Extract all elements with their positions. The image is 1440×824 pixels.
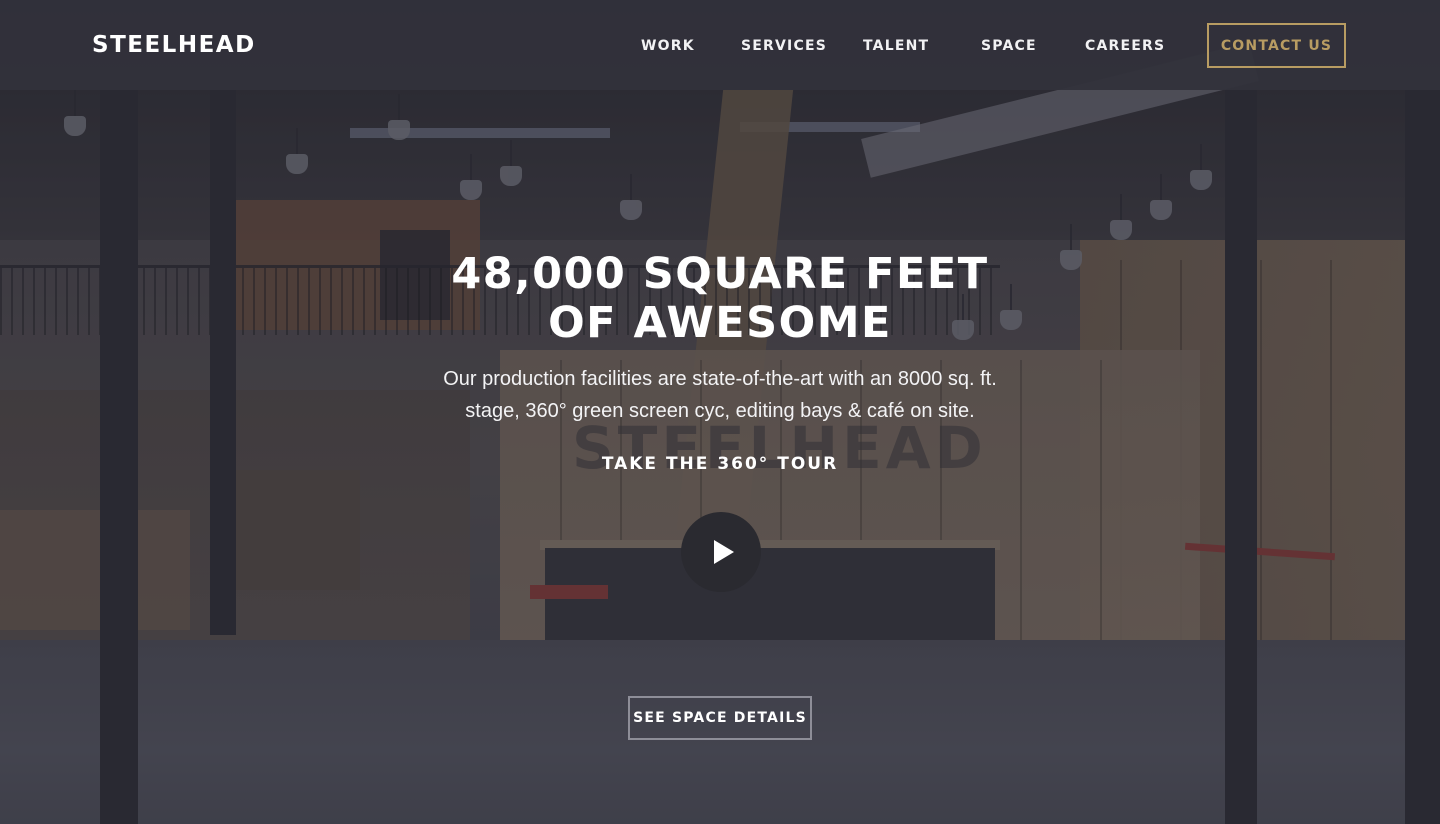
nav-item-services[interactable]: SERVICES: [741, 36, 827, 56]
hero-title-line1: 48,000 SQUARE FEET: [451, 249, 989, 299]
hero-description-line1: Our production facilities are state-of-t…: [443, 368, 997, 390]
hero-title: 48,000 SQUARE FEET OF AWESOME: [0, 250, 1440, 348]
hero-title-line2: OF AWESOME: [548, 298, 892, 348]
nav-item-careers[interactable]: CAREERS: [1085, 36, 1165, 56]
see-space-details-button[interactable]: SEE SPACE DETAILS: [628, 696, 812, 740]
contact-us-button[interactable]: CONTACT US: [1207, 23, 1346, 68]
page: STEELHEAD STEELHEAD WORK SERVICES TALENT…: [0, 0, 1440, 824]
steelhead-logo[interactable]: STEELHEAD: [92, 32, 256, 58]
nav-item-talent[interactable]: TALENT: [863, 36, 929, 56]
hero-section: 48,000 SQUARE FEET OF AWESOME Our produc…: [0, 0, 1440, 824]
nav-item-space[interactable]: SPACE: [981, 36, 1037, 56]
site-header: STEELHEAD WORK SERVICES TALENT SPACE CAR…: [0, 0, 1440, 90]
hero-description-line2: stage, 360° green screen cyc, editing ba…: [465, 400, 975, 422]
take-tour-link[interactable]: TAKE THE 360° TOUR: [0, 453, 1440, 475]
play-video-button[interactable]: [681, 512, 761, 592]
hero-description: Our production facilities are state-of-t…: [370, 363, 1070, 427]
play-icon: [714, 540, 734, 564]
nav-item-work[interactable]: WORK: [641, 36, 695, 56]
